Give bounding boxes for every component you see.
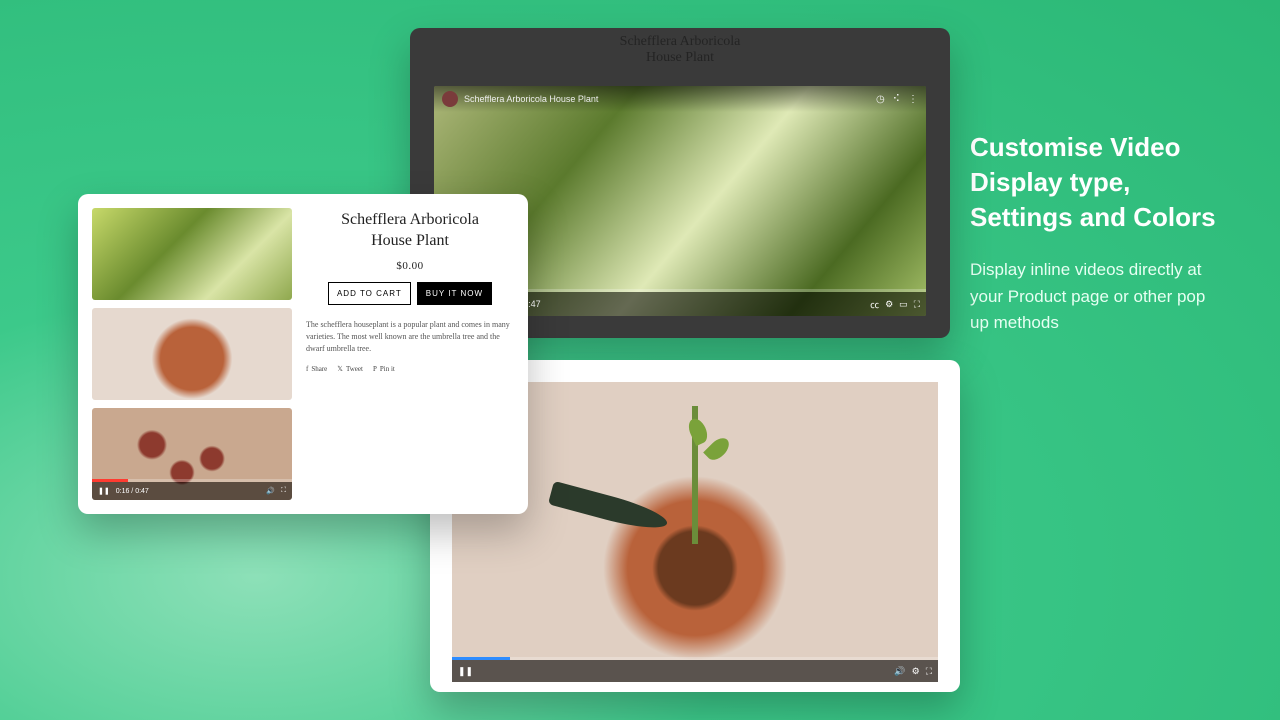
share-facebook[interactable]: fShare: [306, 365, 327, 373]
captions-icon[interactable]: ㏄: [870, 298, 879, 311]
fullscreen-icon[interactable]: ⛶: [281, 487, 286, 495]
channel-avatar[interactable]: [442, 91, 458, 107]
player-controls: ❚❚ 🔊 ⚙ ⛶: [452, 660, 938, 682]
youtube-titlebar: Schefflera Arboricola House Plant ◷ ⠪ ⋮: [434, 86, 926, 112]
youtube-icon[interactable]: ▭: [899, 299, 908, 310]
product-details: Schefflera Arboricola House Plant $0.00 …: [306, 208, 514, 500]
thumb-controls: ❚❚ 0:16 / 0:47 🔊 ⛶: [92, 482, 292, 500]
pause-icon[interactable]: ❚❚: [458, 666, 473, 677]
gallery-video-thumb[interactable]: ❚❚ 0:16 / 0:47 🔊 ⛶: [92, 408, 292, 500]
product-gallery: ❚❚ 0:16 / 0:47 🔊 ⛶: [92, 208, 292, 500]
settings-icon[interactable]: ⚙: [912, 666, 920, 677]
pause-icon[interactable]: ❚❚: [98, 487, 110, 495]
share-icon[interactable]: ⠪: [893, 94, 900, 105]
watch-later-icon[interactable]: ◷: [876, 94, 885, 105]
add-to-cart-button[interactable]: ADD TO CART: [328, 282, 411, 305]
more-icon[interactable]: ⋮: [908, 94, 918, 105]
marketing-copy: Customise Video Display type, Settings a…: [970, 130, 1220, 336]
gallery-thumb[interactable]: [92, 208, 292, 300]
settings-icon[interactable]: ⚙: [885, 299, 893, 310]
share-row: fShare 𝕏Tweet PPin it: [306, 365, 514, 373]
share-pinterest[interactable]: PPin it: [373, 365, 395, 373]
volume-icon[interactable]: 🔊: [266, 487, 275, 495]
copy-body: Display inline videos directly at your P…: [970, 257, 1220, 336]
lightbox-page-title: Schefflera Arboricola House Plant: [410, 28, 950, 66]
time-display: 0:16 / 0:47: [116, 488, 149, 495]
product-page-card: ❚❚ 0:16 / 0:47 🔊 ⛶ Schefflera Arboricola…: [78, 194, 528, 514]
gallery-thumb[interactable]: [92, 308, 292, 400]
volume-icon[interactable]: 🔊: [894, 666, 905, 677]
twitter-icon: 𝕏: [337, 365, 343, 373]
facebook-icon: f: [306, 365, 308, 373]
fullscreen-icon[interactable]: ⛶: [914, 299, 920, 310]
copy-heading: Customise Video Display type, Settings a…: [970, 130, 1220, 235]
product-price: $0.00: [306, 260, 514, 272]
product-title: Schefflera Arboricola House Plant: [306, 210, 514, 252]
fullscreen-icon[interactable]: ⛶: [926, 666, 932, 677]
buy-now-button[interactable]: BUY IT NOW: [417, 282, 492, 305]
product-description: The schefflera houseplant is a popular p…: [306, 319, 514, 355]
video-title: Schefflera Arboricola House Plant: [464, 94, 598, 104]
pinterest-icon: P: [373, 365, 377, 373]
share-twitter[interactable]: 𝕏Tweet: [337, 365, 363, 373]
